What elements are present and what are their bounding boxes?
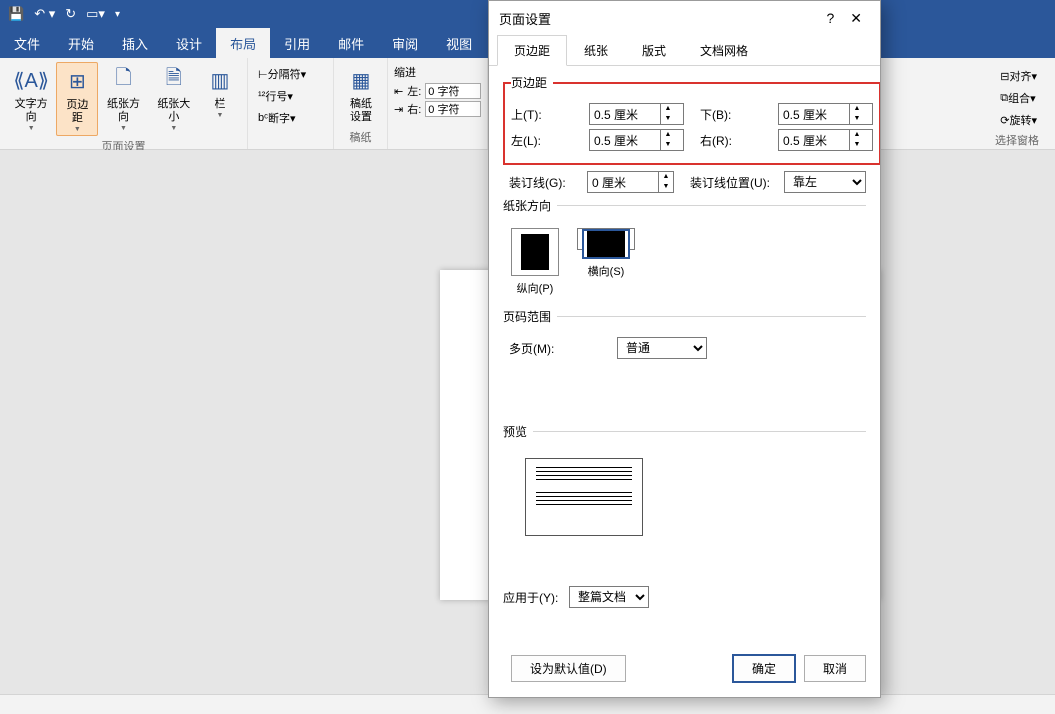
menu-references[interactable]: 引用 xyxy=(270,28,324,58)
text-direction-icon: ⟪A⟫ xyxy=(15,64,47,96)
gutter-pos-label: 装订线位置(U): xyxy=(690,174,778,191)
orientation-legend: 纸张方向 xyxy=(503,197,557,214)
left-label: 左(L): xyxy=(511,132,583,149)
set-default-button[interactable]: 设为默认值(D) xyxy=(511,655,626,682)
indent-right-row: ⇥ 右: xyxy=(394,100,481,118)
pages-fieldset: 页码范围 多页(M): 普通 xyxy=(503,308,866,417)
gutter-pos-select[interactable]: 靠左 xyxy=(784,171,866,193)
indent-right-input[interactable] xyxy=(425,101,481,117)
multipage-label: 多页(M): xyxy=(509,340,581,357)
landscape-option[interactable]: 横向(S) xyxy=(577,228,635,250)
top-input[interactable]: ▲▼ xyxy=(589,103,684,125)
orientation-fieldset: 纸张方向 纵向(P) 横向(S) xyxy=(503,197,866,302)
pages-legend: 页码范围 xyxy=(503,308,557,325)
page-setup-dialog: 页面设置 ? ✕ 页边距 纸张 版式 文档网格 页边距 上(T): ▲▼ 下(B… xyxy=(488,0,881,698)
indent-right-icon: ⇥ xyxy=(394,103,403,116)
left-input[interactable]: ▲▼ xyxy=(589,129,684,151)
gutter-label: 装订线(G): xyxy=(509,174,581,191)
redo-icon[interactable]: ↻ xyxy=(65,6,76,22)
ok-button[interactable]: 确定 xyxy=(732,654,796,683)
rotate-button[interactable]: ⟳ 旋转 ▾ xyxy=(996,110,1041,130)
save-icon[interactable]: 💾 xyxy=(8,6,24,22)
help-button[interactable]: ? xyxy=(818,10,842,26)
group-button[interactable]: ⧉ 组合 ▾ xyxy=(996,88,1041,108)
margins-icon: ⊞ xyxy=(61,65,93,97)
indent-left-row: ⇤ 左: xyxy=(394,82,481,100)
tab-paper[interactable]: 纸张 xyxy=(567,35,625,66)
tab-grid[interactable]: 文档网格 xyxy=(683,35,765,66)
bottom-label: 下(B): xyxy=(700,106,772,123)
portrait-option[interactable]: 纵向(P) xyxy=(511,228,559,296)
right-input[interactable]: ▲▼ xyxy=(778,129,873,151)
tab-layout[interactable]: 版式 xyxy=(625,35,683,66)
menu-file[interactable]: 文件 xyxy=(0,28,54,58)
close-button[interactable]: ✕ xyxy=(842,10,870,27)
preview-fieldset: 预览 xyxy=(503,423,866,580)
menu-view[interactable]: 视图 xyxy=(432,28,486,58)
columns-icon: ▥ xyxy=(204,64,236,96)
apply-to-select[interactable]: 整篇文档 xyxy=(569,586,649,608)
preview-box xyxy=(525,458,643,536)
apply-to-label: 应用于(Y): xyxy=(503,589,563,606)
indent-left-icon: ⇤ xyxy=(394,85,403,98)
menu-home[interactable]: 开始 xyxy=(54,28,108,58)
dialog-tabs: 页边距 纸张 版式 文档网格 xyxy=(489,35,880,66)
dialog-title: 页面设置 xyxy=(499,9,551,28)
margins-fieldset: 页边距 上(T): ▲▼ 下(B): ▲▼ 左(L): ▲▼ 右(R): ▲▼ xyxy=(503,74,880,165)
columns-button[interactable]: ▥ 栏 ▼ xyxy=(199,62,241,121)
gutter-input[interactable]: ▲▼ xyxy=(587,171,674,193)
margins-legend: 页边距 xyxy=(511,74,553,91)
orientation-icon: 🗋 xyxy=(107,64,139,96)
menu-mail[interactable]: 邮件 xyxy=(324,28,378,58)
menu-design[interactable]: 设计 xyxy=(162,28,216,58)
menu-layout[interactable]: 布局 xyxy=(216,28,270,58)
qat-more-icon[interactable]: ▭▾ xyxy=(86,6,105,22)
size-button[interactable]: 🗎 纸张大小 ▼ xyxy=(149,62,199,134)
tab-margins[interactable]: 页边距 xyxy=(497,35,567,66)
qat-customize-icon[interactable]: ▾ xyxy=(115,9,120,20)
top-label: 上(T): xyxy=(511,106,583,123)
preview-legend: 预览 xyxy=(503,423,533,440)
orientation-button[interactable]: 🗋 纸张方向 ▼ xyxy=(98,62,148,134)
menu-insert[interactable]: 插入 xyxy=(108,28,162,58)
indent-label: 缩进 xyxy=(394,62,481,82)
bottom-input[interactable]: ▲▼ xyxy=(778,103,873,125)
text-direction-button[interactable]: ⟪A⟫ 文字方向 ▼ xyxy=(6,62,56,134)
menu-review[interactable]: 审阅 xyxy=(378,28,432,58)
hyphenation-button[interactable]: bᶜ 断字 ▾ xyxy=(254,108,310,128)
group-label-grid: 稿纸 xyxy=(340,127,381,149)
breaks-button[interactable]: ⊢ 分隔符 ▾ xyxy=(254,64,310,84)
dialog-titlebar: 页面设置 ? ✕ xyxy=(489,1,880,35)
indent-left-input[interactable] xyxy=(425,83,481,99)
undo-icon[interactable]: ↶ ▾ xyxy=(34,6,55,22)
size-icon: 🗎 xyxy=(158,64,190,96)
grid-paper-button[interactable]: ▦ 稿纸 设置 xyxy=(340,62,382,126)
multipage-select[interactable]: 普通 xyxy=(617,337,707,359)
align-button[interactable]: ⊟ 对齐 ▾ xyxy=(996,66,1041,86)
right-label: 右(R): xyxy=(700,132,772,149)
margins-button[interactable]: ⊞ 页边距 ▼ xyxy=(56,62,98,136)
grid-paper-icon: ▦ xyxy=(345,64,377,96)
cancel-button[interactable]: 取消 xyxy=(804,655,866,682)
line-numbers-button[interactable]: ¹² 行号 ▾ xyxy=(254,86,310,106)
